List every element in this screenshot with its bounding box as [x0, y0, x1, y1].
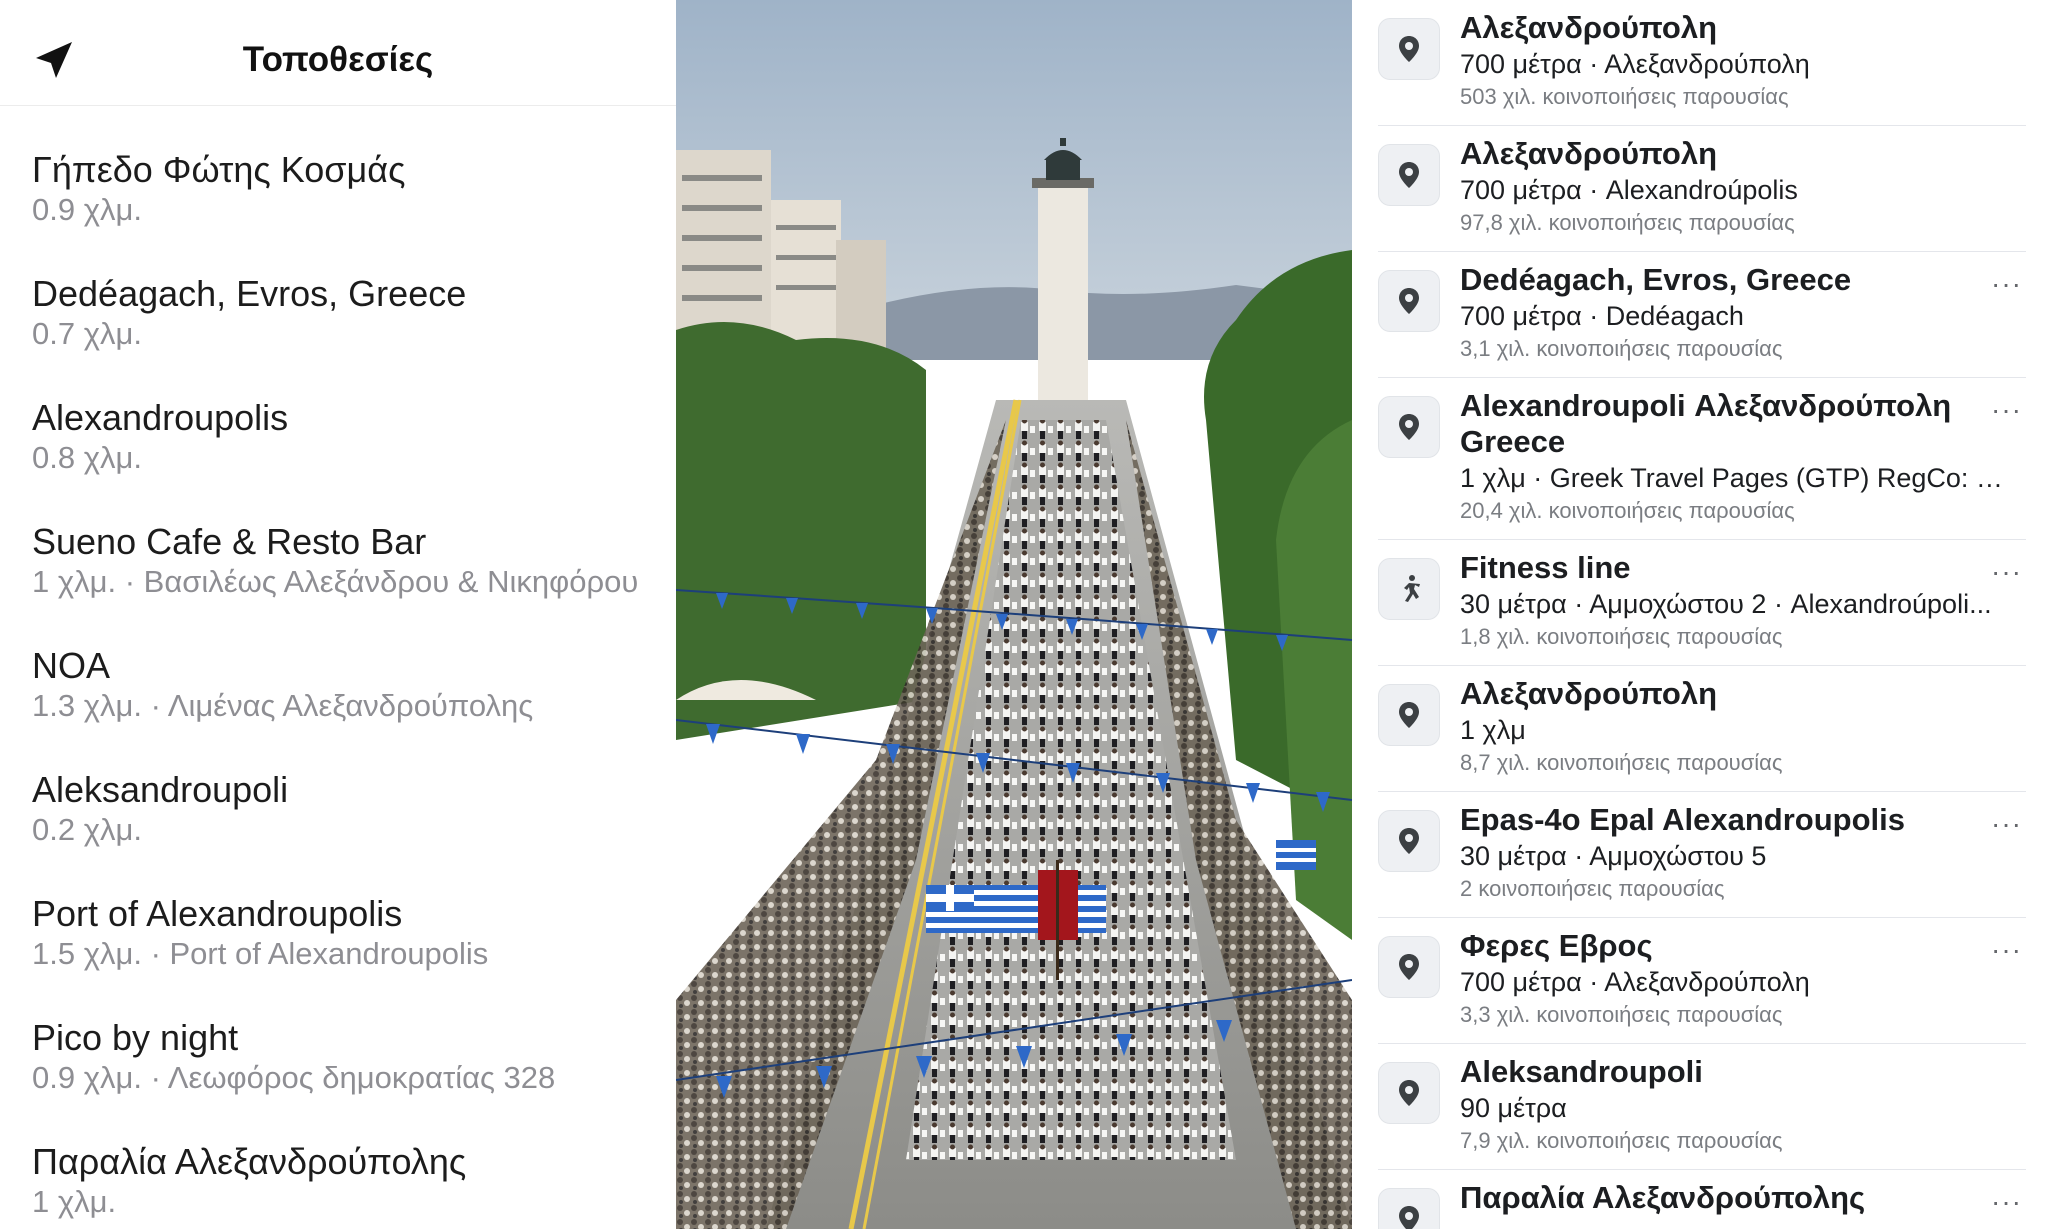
location-name: Aleksandroupoli: [32, 769, 289, 810]
list-item[interactable]: NOA 1.3 χλμ. · Λιμένας Αλεξανδρούπολης: [32, 646, 676, 724]
map-pin-icon: [1378, 18, 1440, 80]
list-item[interactable]: Αλεξανδρούπολη 700 μέτρα · Alexandroúpol…: [1352, 126, 2048, 252]
checkin-count: 7,9 χιλ. κοινοποιήσεις παρουσίας: [1460, 1128, 1783, 1153]
map-pin-icon: [1378, 396, 1440, 458]
place-distance: 1 χλμ: [1460, 715, 1526, 745]
map-pin-icon: [1378, 144, 1440, 206]
list-item[interactable]: Παραλία Αλεξανδρούπολης ···: [1352, 1170, 2048, 1229]
checkin-count: 3,3 χιλ. κοινοποιήσεις παρουσίας: [1460, 1002, 1783, 1027]
list-item[interactable]: Γήπεδο Φώτης Κοσμάς 0.9 χλμ.: [32, 150, 676, 228]
place-distance: 1 χλμ · Greek Travel Pages (GTP) RegCo: …: [1460, 463, 2008, 493]
map-pin-icon: [1378, 810, 1440, 872]
place-title: Alexandroupoli Αλεξανδρούπολη Greece: [1460, 388, 1952, 459]
map-pin-icon: [1378, 270, 1440, 332]
list-item[interactable]: Aleksandroupoli 0.2 χλμ.: [32, 770, 676, 848]
location-name: Alexandroupolis: [32, 397, 289, 438]
location-distance: 0.8 χλμ.: [32, 440, 142, 475]
more-options-icon[interactable]: ···: [1991, 270, 2022, 298]
list-item[interactable]: Port of Alexandroupolis 1.5 χλμ. · Port …: [32, 894, 676, 972]
place-title: Αλεξανδρούπολη: [1460, 676, 1718, 711]
place-distance: 30 μέτρα · Αμμοχώστου 5: [1460, 841, 1767, 871]
map-pin-icon: [1378, 684, 1440, 746]
more-options-icon[interactable]: ···: [1991, 396, 2022, 424]
place-title: Epas-4o Epal Alexandroupolis: [1460, 802, 1906, 837]
place-distance: 700 μέτρα · Αλεξανδρούπολη: [1460, 967, 1810, 997]
checkin-count: 3,1 χιλ. κοινοποιήσεις παρουσίας: [1460, 336, 1783, 361]
place-title: Aleksandroupoli: [1460, 1054, 1703, 1089]
list-item[interactable]: Fitness line 30 μέτρα · Αμμοχώστου 2 · A…: [1352, 540, 2048, 666]
list-item[interactable]: Αλεξανδρούπολη 700 μέτρα · Αλεξανδρούπολ…: [1352, 0, 2048, 126]
list-item[interactable]: Φερες Εβρος 700 μέτρα · Αλεξανδρούπολη 3…: [1352, 918, 2048, 1044]
more-options-icon[interactable]: ···: [1991, 936, 2022, 964]
location-distance: 0.7 χλμ.: [32, 316, 142, 351]
list-item[interactable]: Dedéagach, Evros, Greece 0.7 χλμ.: [32, 274, 676, 352]
list-item[interactable]: Παραλία Αλεξανδρούπολης 1 χλμ.: [32, 1142, 676, 1220]
checkin-count: 2 κοινοποιήσεις παρουσίας: [1460, 876, 1725, 901]
place-title: Αλεξανδρούπολη: [1460, 10, 1718, 45]
list-item[interactable]: Alexandroupolis 0.8 χλμ.: [32, 398, 676, 476]
list-item[interactable]: Αλεξανδρούπολη 1 χλμ 8,7 χιλ. κοινοποιήσ…: [1352, 666, 2048, 792]
location-name: Pico by night: [32, 1017, 239, 1058]
place-title: Παραλία Αλεξανδρούπολης: [1460, 1180, 1866, 1215]
location-name: Παραλία Αλεξανδρούπολης: [32, 1141, 467, 1182]
page-title: Τοποθεσίες: [242, 40, 434, 79]
list-item[interactable]: Aleksandroupoli 90 μέτρα 7,9 χιλ. κοινοπ…: [1352, 1044, 2048, 1170]
more-options-icon[interactable]: ···: [1991, 810, 2022, 838]
place-distance: 700 μέτρα · Αλεξανδρούπολη: [1460, 49, 1810, 79]
map-pin-icon: [1378, 1062, 1440, 1124]
more-options-icon[interactable]: ···: [1991, 558, 2022, 586]
location-distance: 0.9 χλμ. · Λεωφόρος δημοκρατίας 328: [32, 1060, 556, 1095]
checkin-count: 1,8 χιλ. κοινοποιήσεις παρουσίας: [1460, 624, 1783, 649]
list-item[interactable]: Alexandroupoli Αλεξανδρούπολη Greece 1 χ…: [1352, 378, 2048, 540]
location-distance: 0.9 χλμ.: [32, 192, 142, 227]
parade-photo: [676, 0, 1352, 1229]
list-item[interactable]: Dedéagach, Evros, Greece 700 μέτρα · Ded…: [1352, 252, 2048, 378]
place-distance: 90 μέτρα: [1460, 1093, 1567, 1123]
location-name: Port of Alexandroupolis: [32, 893, 403, 934]
place-distance: 700 μέτρα · Alexandroúpolis: [1460, 175, 1798, 205]
list-item[interactable]: Epas-4o Epal Alexandroupolis 30 μέτρα · …: [1352, 792, 2048, 918]
checkin-count: 8,7 χιλ. κοινοποιήσεις παρουσίας: [1460, 750, 1783, 775]
checkin-count: 20,4 χιλ. κοινοποιήσεις παρουσίας: [1460, 498, 1795, 523]
list-item[interactable]: Pico by night 0.9 χλμ. · Λεωφόρος δημοκρ…: [32, 1018, 676, 1096]
location-distance: 0.2 χλμ.: [32, 812, 142, 847]
location-distance: 1 χλμ. · Βασιλέως Αλεξάνδρου & Νικηφόρου: [32, 564, 639, 599]
place-title: Dedéagach, Evros, Greece: [1460, 262, 1852, 297]
location-name: Sueno Cafe & Resto Bar: [32, 521, 427, 562]
place-distance: 700 μέτρα · Dedéagach: [1460, 301, 1744, 331]
list-item[interactable]: Sueno Cafe & Resto Bar 1 χλμ. · Βασιλέως…: [32, 522, 676, 600]
place-title: Fitness line: [1460, 550, 1631, 585]
location-distance: 1.3 χλμ. · Λιμένας Αλεξανδρούπολης: [32, 688, 534, 723]
place-title: Αλεξανδρούπολη: [1460, 136, 1718, 171]
location-name: Γήπεδο Φώτης Κοσμάς: [32, 149, 406, 190]
running-person-icon: [1378, 558, 1440, 620]
nearby-places-panel: Αλεξανδρούπολη 700 μέτρα · Αλεξανδρούπολ…: [1352, 0, 2048, 1229]
more-options-icon[interactable]: ···: [1991, 1188, 2022, 1216]
checkin-count: 503 χιλ. κοινοποιήσεις παρουσίας: [1460, 84, 1789, 109]
location-name: Dedéagach, Evros, Greece: [32, 273, 467, 314]
place-title: Φερες Εβρος: [1460, 928, 1653, 963]
map-pin-icon: [1378, 1188, 1440, 1229]
locations-panel: Τοποθεσίες Γήπεδο Φώτης Κοσμάς 0.9 χλμ. …: [0, 0, 676, 1229]
locations-header: Τοποθεσίες: [0, 0, 676, 106]
place-distance: 30 μέτρα · Αμμοχώστου 2 · Alexandroúpoli…: [1460, 589, 1992, 619]
checkin-count: 97,8 χιλ. κοινοποιήσεις παρουσίας: [1460, 210, 1795, 235]
lighthouse-parade-image: [676, 0, 1352, 1229]
map-pin-icon: [1378, 936, 1440, 998]
location-distance: 1 χλμ.: [32, 1184, 117, 1219]
location-name: NOA: [32, 645, 111, 686]
location-distance: 1.5 χλμ. · Port of Alexandroupolis: [32, 936, 489, 971]
